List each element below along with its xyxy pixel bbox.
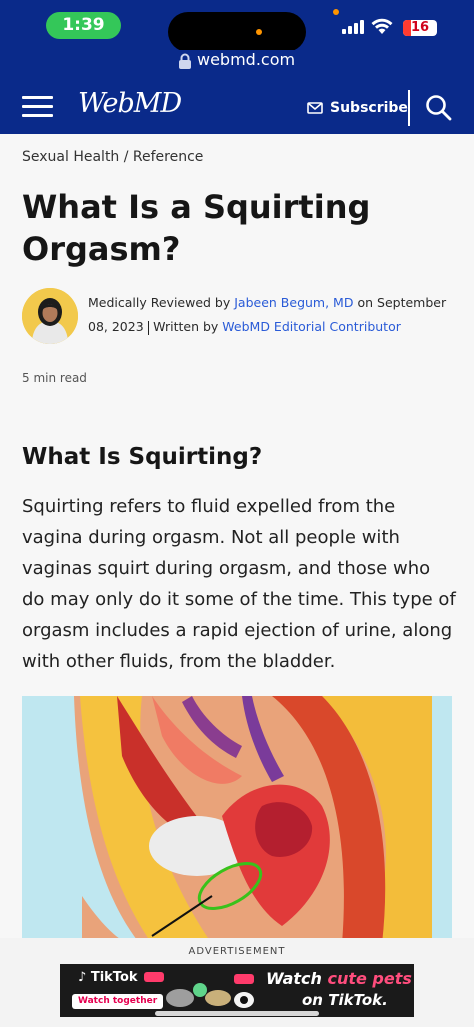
- breadcrumb[interactable]: Sexual Health / Reference: [22, 149, 203, 165]
- privacy-indicator: [256, 29, 262, 35]
- article-paragraph: Squirting refers to fluid expelled from …: [22, 496, 456, 672]
- signal-icon: [342, 20, 364, 34]
- battery-level: 16: [410, 20, 430, 35]
- subscribe-button[interactable]: Subscribe: [307, 96, 408, 120]
- status-bar: 1:39 16: [0, 0, 474, 52]
- menu-icon[interactable]: [22, 96, 53, 118]
- address-bar[interactable]: webmd.com: [0, 50, 474, 74]
- tiktok-logo: ♪ TikTok: [78, 970, 138, 985]
- search-icon[interactable]: [425, 94, 452, 121]
- ad-headline-accent: cute pets: [327, 969, 412, 988]
- battery-icon: 16: [403, 20, 437, 36]
- reviewed-prefix: Medically Reviewed by: [88, 295, 231, 310]
- reviewer-link[interactable]: Jabeen Begum, MD: [234, 295, 353, 310]
- anatomy-drawing: [22, 696, 452, 944]
- dynamic-island: [168, 12, 306, 52]
- wifi-icon: [371, 18, 393, 34]
- ad-headline: Watch cute pets: [266, 969, 412, 988]
- ad-brand: TikTok: [90, 970, 138, 985]
- url-text: webmd.com: [197, 50, 296, 69]
- lock-icon: [179, 53, 191, 69]
- ad-subline: on TikTok.: [302, 991, 388, 1009]
- mail-icon: [307, 102, 323, 114]
- ad-label: ADVERTISEMENT: [188, 946, 286, 957]
- ad-banner[interactable]: ♪ TikTok Watch together Watch cute pets …: [60, 964, 414, 1017]
- avatar-portrait: [22, 288, 78, 344]
- site-header: WebMD Subscribe: [0, 74, 474, 134]
- mic-indicator: [333, 9, 339, 15]
- pets-illustration: [144, 972, 254, 1008]
- byline-separator: [147, 320, 150, 335]
- date-prefix: on: [357, 295, 374, 310]
- ad-headline-prefix: Watch: [266, 969, 322, 988]
- written-prefix: Written by: [153, 319, 219, 334]
- author-link[interactable]: WebMD Editorial Contributor: [222, 319, 401, 334]
- header-divider: [408, 90, 410, 126]
- byline: Medically Reviewed by Jabeen Begum, MD o…: [88, 291, 448, 339]
- home-indicator[interactable]: [155, 1011, 319, 1016]
- reviewer-avatar[interactable]: [22, 288, 78, 344]
- status-time: 1:39: [46, 12, 121, 39]
- anatomy-illustration: [22, 696, 452, 944]
- page-title: What Is a Squirting Orgasm?: [22, 188, 371, 268]
- section-heading: What Is Squirting?: [22, 444, 263, 470]
- webmd-logo[interactable]: WebMD: [78, 88, 182, 119]
- read-time: 5 min read: [22, 371, 87, 385]
- subscribe-label: Subscribe: [330, 100, 408, 116]
